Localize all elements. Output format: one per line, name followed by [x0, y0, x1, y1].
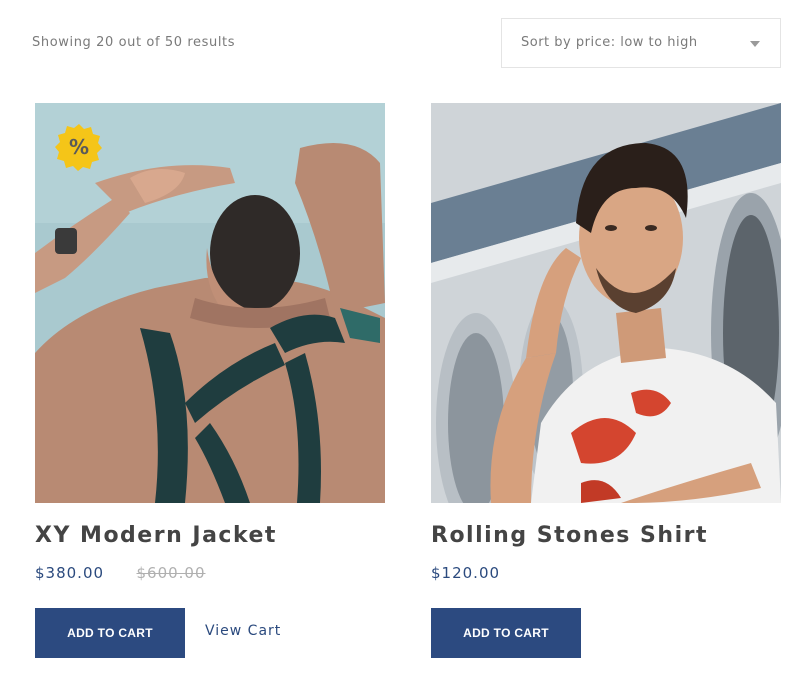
results-count: Showing 20 out of 50 results — [32, 35, 236, 50]
view-cart-link[interactable]: View Cart — [205, 623, 281, 639]
product-title[interactable]: Rolling Stones Shirt — [431, 523, 708, 548]
product-image — [431, 103, 781, 503]
product-price: $120.00 — [431, 564, 501, 582]
sale-badge-icon: % — [55, 123, 103, 171]
sale-badge-label: % — [69, 135, 89, 159]
product-card: Rolling Stones Shirt $120.00 ADD TO CART — [431, 103, 781, 658]
product-card: % XY Modern Jacket $380.00 $600.00 ADD T… — [35, 103, 385, 658]
product-price: $380.00 — [35, 564, 105, 582]
add-to-cart-button[interactable]: ADD TO CART — [35, 608, 185, 658]
product-image-link[interactable]: % — [35, 103, 385, 503]
sort-selected-value: Sort by price: low to high — [521, 35, 698, 50]
price-row: $120.00 — [431, 564, 528, 583]
product-title[interactable]: XY Modern Jacket — [35, 523, 277, 548]
add-to-cart-button[interactable]: ADD TO CART — [431, 608, 581, 658]
product-old-price: $600.00 — [136, 564, 206, 582]
chevron-down-icon — [750, 41, 760, 47]
price-row: $380.00 $600.00 — [35, 564, 206, 583]
sort-select[interactable]: Sort by price: low to high — [501, 18, 781, 68]
product-image-link[interactable] — [431, 103, 781, 503]
